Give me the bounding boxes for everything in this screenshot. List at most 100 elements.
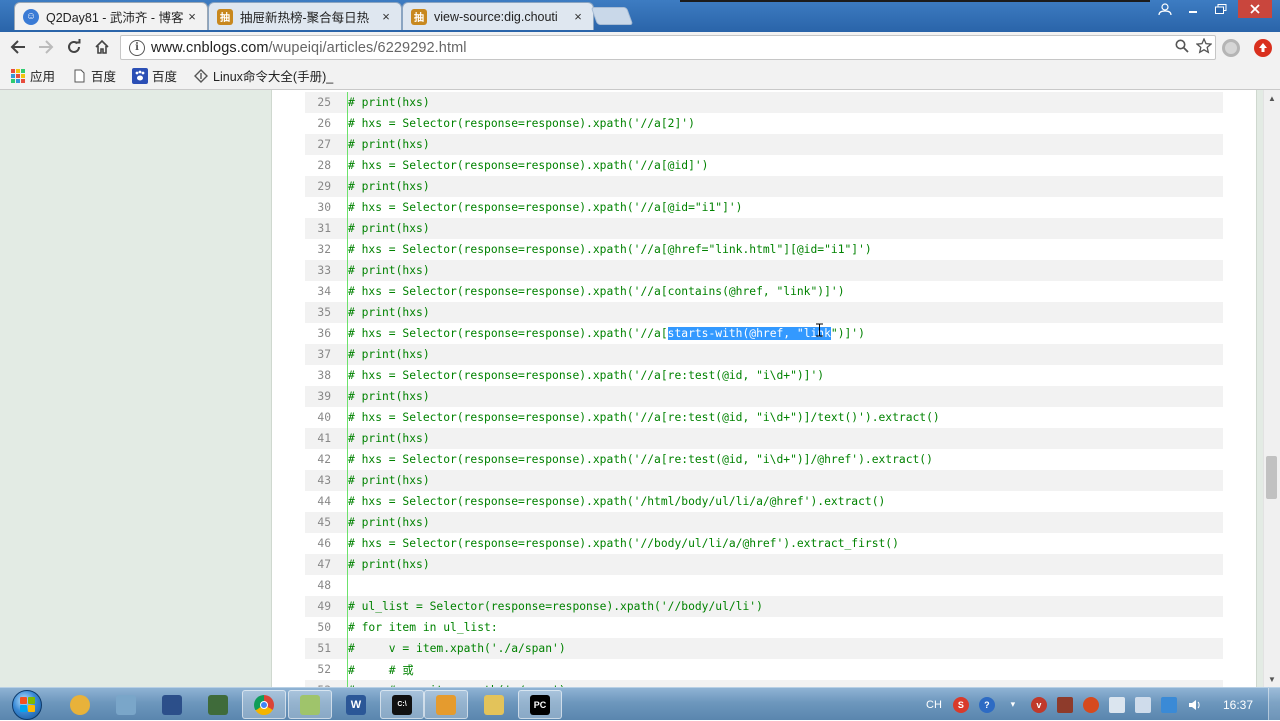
code-text[interactable]: # print(hxs) bbox=[348, 432, 430, 445]
code-text[interactable]: # print(hxs) bbox=[348, 348, 430, 361]
back-icon[interactable] bbox=[6, 36, 30, 58]
taskbar-notepad[interactable] bbox=[288, 690, 332, 719]
taskbar-photo[interactable] bbox=[424, 690, 468, 719]
ime-indicator[interactable]: CH bbox=[926, 699, 942, 711]
taskbar-network[interactable] bbox=[104, 690, 148, 719]
code-line: 41 # print(hxs) bbox=[305, 428, 1223, 449]
volume-icon[interactable] bbox=[1187, 697, 1203, 713]
pycharm-icon: PC bbox=[530, 694, 550, 715]
start-button[interactable] bbox=[6, 688, 48, 721]
address-bar[interactable]: i www.cnblogs.com/wupeiqi/articles/62292… bbox=[120, 35, 1216, 60]
apps-grid-icon bbox=[10, 68, 26, 84]
code-line: 47 # print(hxs) bbox=[305, 554, 1223, 575]
code-text[interactable]: # print(hxs) bbox=[348, 474, 430, 487]
code-text[interactable]: # v = item.xpath('./a/span') bbox=[348, 642, 566, 655]
code-text[interactable]: # print(hxs) bbox=[348, 180, 430, 193]
code-line: 27 # print(hxs) bbox=[305, 134, 1223, 155]
code-text[interactable]: # print(hxs) bbox=[348, 138, 430, 151]
forward-icon[interactable] bbox=[34, 36, 58, 58]
taskbar-save[interactable] bbox=[150, 690, 194, 719]
code-text[interactable]: # print(hxs) bbox=[348, 558, 430, 571]
taskbar-cmd[interactable]: C:\ bbox=[380, 690, 424, 719]
bookmark-apps[interactable]: 应用 bbox=[10, 66, 55, 85]
scroll-up-icon[interactable]: ▲ bbox=[1264, 90, 1280, 106]
code-text[interactable]: # hxs = Selector(response=response).xpat… bbox=[348, 411, 940, 424]
help-icon[interactable]: ? bbox=[978, 696, 995, 713]
code-gutter bbox=[335, 323, 348, 344]
close-tab-icon[interactable]: × bbox=[185, 9, 199, 24]
tray-arrow-icon[interactable]: ▾ bbox=[1005, 697, 1021, 713]
code-text[interactable]: # print(hxs) bbox=[348, 390, 430, 403]
selected-text[interactable]: starts-with(@href, "link bbox=[667, 327, 831, 340]
antivirus-icon[interactable]: v bbox=[1030, 696, 1047, 713]
code-text[interactable]: # hxs = Selector(response=response).xpat… bbox=[348, 159, 708, 172]
record-icon[interactable] bbox=[1082, 696, 1099, 713]
code-text[interactable]: # hxs = Selector(response=response).xpat… bbox=[348, 117, 695, 130]
bookmark-star-icon[interactable] bbox=[1193, 36, 1215, 58]
url-text[interactable]: www.cnblogs.com/wupeiqi/articles/6229292… bbox=[151, 40, 1171, 56]
tool-icon bbox=[208, 694, 228, 715]
new-tab-button[interactable] bbox=[590, 7, 634, 25]
zoom-search-icon[interactable] bbox=[1171, 39, 1193, 57]
restore-icon[interactable] bbox=[1208, 0, 1234, 18]
line-number: 38 bbox=[317, 369, 331, 382]
scroll-down-icon[interactable]: ▼ bbox=[1264, 671, 1280, 687]
code-text[interactable]: # hxs = Selector(response=response).xpat… bbox=[348, 243, 872, 256]
shield-icon[interactable] bbox=[1160, 696, 1177, 713]
extension-upload-icon[interactable] bbox=[1254, 39, 1272, 57]
code-line: 29 # print(hxs) bbox=[305, 176, 1223, 197]
taskbar-tool[interactable] bbox=[196, 690, 240, 719]
bookmark-linux[interactable]: Linux命令大全(手册)_ bbox=[193, 66, 333, 85]
bookmark-baidu-1[interactable]: 百度 bbox=[71, 66, 116, 85]
code-line: 37 # print(hxs) bbox=[305, 344, 1223, 365]
tab-chouti[interactable]: 抽 抽屉新热榜-聚合每日热 × bbox=[208, 2, 402, 30]
taskbar-explorer[interactable] bbox=[472, 690, 516, 719]
scrollbar-thumb[interactable] bbox=[1266, 456, 1277, 499]
home-icon[interactable] bbox=[90, 36, 114, 58]
code-text[interactable]: # print(hxs) bbox=[348, 222, 430, 235]
show-desktop-button[interactable] bbox=[1268, 688, 1280, 721]
tab-view-source[interactable]: 抽 view-source:dig.chouti × bbox=[402, 2, 594, 30]
taskbar-word[interactable]: W bbox=[334, 690, 378, 719]
display-icon[interactable] bbox=[1134, 696, 1151, 713]
code-text[interactable]: # # 或 bbox=[348, 662, 414, 678]
code-gutter bbox=[335, 197, 348, 218]
network-tray-icon[interactable] bbox=[1108, 696, 1125, 713]
code-text[interactable]: # print(hxs) bbox=[348, 264, 430, 277]
code-text[interactable]: # for item in ul_list: bbox=[348, 621, 498, 634]
code-text[interactable]: # hxs = Selector(response=response).xpat… bbox=[348, 285, 845, 298]
vertical-scrollbar[interactable]: ▲ ▼ bbox=[1263, 90, 1280, 687]
extension-icon[interactable] bbox=[1222, 39, 1240, 57]
user-profile-icon[interactable] bbox=[1152, 0, 1178, 18]
code-line: 36 # hxs = Selector(response=response).xp… bbox=[305, 323, 1223, 344]
code-text[interactable]: # hxs = Selector(response=response).xpat… bbox=[348, 453, 933, 466]
close-window-icon[interactable] bbox=[1238, 0, 1272, 18]
taskbar-pycharm[interactable]: PC bbox=[518, 690, 562, 719]
taskbar-paint[interactable] bbox=[58, 690, 102, 719]
line-number: 34 bbox=[317, 285, 331, 298]
close-tab-icon[interactable]: × bbox=[379, 9, 393, 24]
code-text[interactable]: # hxs = Selector(response=response).xpat… bbox=[348, 495, 885, 508]
cnblogs-icon: ☺ bbox=[23, 8, 39, 25]
taskbar-chrome[interactable] bbox=[242, 690, 286, 719]
taskbar-clock[interactable]: 16:37 bbox=[1212, 688, 1264, 721]
minimize-icon[interactable] bbox=[1180, 0, 1206, 18]
bookmark-baidu-2[interactable]: 百度 bbox=[132, 66, 177, 85]
code-text[interactable]: # print(hxs) bbox=[348, 96, 430, 109]
tray-app-icon[interactable] bbox=[1056, 696, 1073, 713]
code-text[interactable]: # print(hxs) bbox=[348, 306, 430, 319]
site-info-icon[interactable]: i bbox=[129, 39, 145, 56]
close-tab-icon[interactable]: × bbox=[571, 9, 585, 24]
code-text[interactable]: # hxs = Selector(response=response).xpat… bbox=[348, 537, 899, 550]
bookmarks-bar: 应用 百度 百度 Linux命令大全(手册)_ bbox=[0, 62, 1280, 90]
code-text[interactable]: # ul_list = Selector(response=response).… bbox=[348, 600, 763, 613]
code-text[interactable]: # print(hxs) bbox=[348, 516, 430, 529]
chouti-icon: 抽 bbox=[217, 8, 233, 25]
code-gutter bbox=[335, 239, 348, 260]
code-text[interactable]: # hxs = Selector(response=response).xpat… bbox=[348, 201, 742, 214]
code-text[interactable]: # hxs = Selector(response=response).xpat… bbox=[348, 369, 824, 382]
sogou-icon[interactable]: S bbox=[952, 696, 969, 713]
code-text[interactable]: # hxs = Selector(response=response).xpat… bbox=[348, 327, 865, 340]
tab-cnblogs[interactable]: ☺ Q2Day81 - 武沛齐 - 博客 × bbox=[14, 2, 208, 30]
reload-icon[interactable] bbox=[62, 36, 86, 58]
